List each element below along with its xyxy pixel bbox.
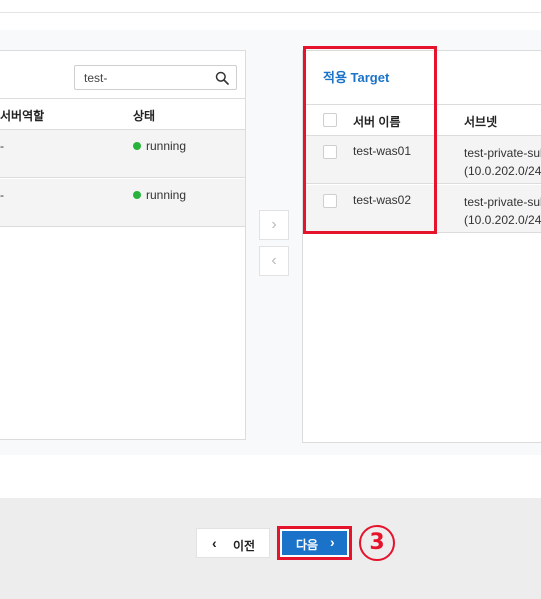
table-header: 서버 이름 서브넷 bbox=[303, 104, 541, 136]
footer-bar: ‹ 이전 다음 › 3 bbox=[0, 498, 541, 599]
status-text: running bbox=[146, 139, 187, 153]
panel-title: 적용 Target bbox=[323, 70, 390, 85]
available-servers-panel: 서버역할 상태 - running - running bbox=[0, 50, 246, 440]
table-row[interactable]: test-was02 test-private-sul (10.0.202.0/… bbox=[303, 185, 541, 233]
previous-button[interactable]: ‹ 이전 bbox=[196, 528, 270, 558]
move-right-button[interactable]: › bbox=[259, 210, 289, 240]
status-dot-icon bbox=[133, 142, 141, 150]
row-checkbox[interactable] bbox=[323, 194, 337, 208]
server-name-cell: test-was01 bbox=[353, 144, 412, 158]
row-checkbox[interactable] bbox=[323, 145, 337, 159]
status-dot-icon bbox=[133, 191, 141, 199]
column-header-status: 상태 bbox=[133, 109, 156, 123]
top-divider bbox=[0, 12, 541, 13]
chevron-right-icon: › bbox=[330, 534, 335, 550]
search-field[interactable] bbox=[74, 65, 237, 90]
next-button[interactable]: 다음 › bbox=[282, 531, 347, 555]
search-icon[interactable] bbox=[215, 71, 229, 85]
table-header: 서버역할 상태 bbox=[0, 98, 245, 130]
applied-target-panel: 적용 Target 서버 이름 서브넷 test-was01 test-priv… bbox=[302, 50, 541, 443]
status-cell: running bbox=[133, 139, 186, 153]
next-button-highlight: 다음 › bbox=[277, 526, 352, 560]
chevron-left-icon: ‹ bbox=[212, 535, 217, 551]
search-input[interactable] bbox=[84, 70, 212, 86]
chevron-right-icon: › bbox=[271, 216, 277, 233]
next-button-label: 다음 bbox=[296, 538, 319, 552]
step-number-badge: 3 bbox=[359, 525, 395, 561]
server-role-cell: - bbox=[0, 188, 4, 202]
column-header-subnet: 서브넷 bbox=[464, 115, 498, 129]
status-text: running bbox=[146, 188, 187, 202]
subnet-cidr: (10.0.202.0/24 bbox=[464, 164, 541, 178]
move-left-button[interactable]: ‹ bbox=[259, 246, 289, 276]
subnet-cidr: (10.0.202.0/24 bbox=[464, 213, 541, 227]
previous-button-label: 이전 bbox=[233, 539, 256, 553]
server-name-cell: test-was02 bbox=[353, 193, 412, 207]
subnet-cell: test-private-sul (10.0.202.0/24 bbox=[464, 144, 541, 180]
chevron-left-icon: ‹ bbox=[271, 252, 277, 269]
table-row[interactable]: - running bbox=[0, 130, 245, 178]
status-cell: running bbox=[133, 188, 186, 202]
subnet-name: test-private-sul bbox=[464, 146, 541, 160]
column-header-server-name: 서버 이름 bbox=[353, 115, 401, 129]
subnet-cell: test-private-sul (10.0.202.0/24 bbox=[464, 193, 541, 229]
select-all-checkbox[interactable] bbox=[323, 113, 337, 127]
table-row[interactable]: test-was01 test-private-sul (10.0.202.0/… bbox=[303, 136, 541, 184]
subnet-name: test-private-sul bbox=[464, 195, 541, 209]
table-row[interactable]: - running bbox=[0, 179, 245, 227]
server-role-cell: - bbox=[0, 139, 4, 153]
column-header-role: 서버역할 bbox=[0, 109, 45, 123]
